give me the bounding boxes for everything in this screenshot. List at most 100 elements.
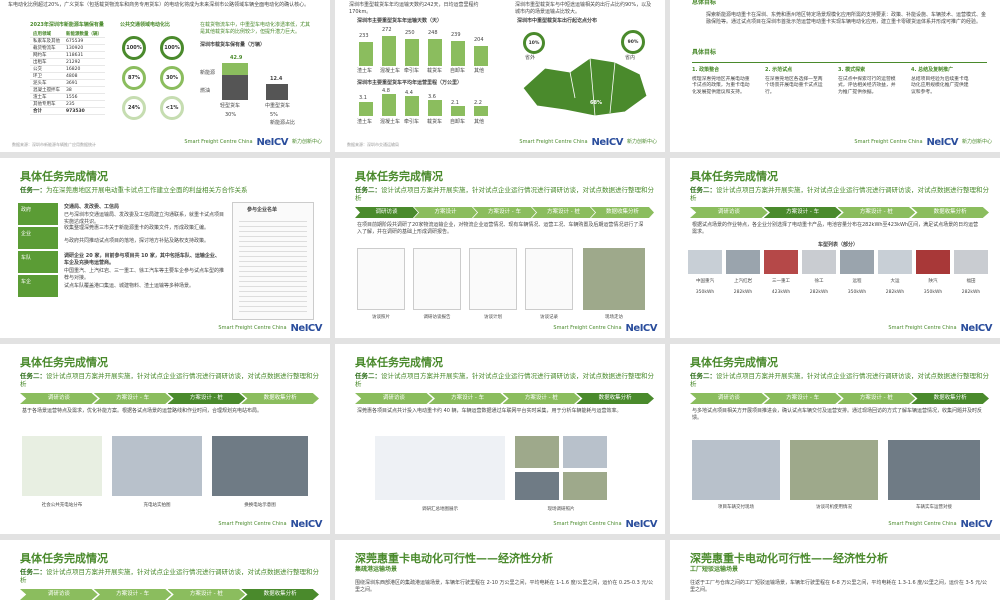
district-pct: 68% [590,100,602,106]
goal-step-text: 在深惠莞地区各选择一至两个场景开展电动重卡试点运行。 [765,76,823,95]
task-line: 任务二：设计试点项目方案并开展实施，针对试点企业运行情况进行调研访谈，对试点数据… [355,186,655,202]
report-doc[interactable] [413,248,461,310]
chart-bar [382,94,396,116]
neicv-logo: NeICV [290,519,323,530]
tab-plan-vehicle[interactable]: 方案设计 - 车 [473,207,536,218]
table-row: 混凝土搅拌车 38 [30,86,105,94]
site-photo [563,436,607,468]
slide-task-two-interviews[interactable]: 具体任务完成情况 任务二：设计试点项目方案并开展实施，针对试点企业运行情况进行调… [335,158,665,338]
tab-plan-charger[interactable]: 方案设计 - 桩 [532,207,595,218]
stakeholder-nav: 政府 企业 车队 车企 [18,203,58,299]
slide-ev-fleet-stats[interactable]: 车电动化比例超过20%，广义货车（包括载货物流车和商务专用货车）的电动化将成为未… [0,0,330,152]
stakeholder-item[interactable]: 政府 [18,203,58,225]
tab-data-analysis[interactable]: 数据收集分析 [591,207,654,218]
tab-interviews[interactable]: 调研访谈 [690,207,768,218]
plan-doc[interactable] [469,248,517,310]
stakeholder-item[interactable]: 企业 [18,227,58,249]
slide-project-goals[interactable]: 总体目标 探索新能源电动重卡在深圳、东莞和惠州地区特定场景规模化应用所需的支持要… [670,0,1000,152]
stakeholder-item[interactable]: 车队 [18,251,58,273]
table-cell: 118631 [63,51,105,59]
tab-plan-charger[interactable]: 方案设计 - 桩 [837,393,916,404]
truck-photo [802,250,836,274]
tab-plan-charger[interactable]: 方案设计 - 桩 [167,589,246,600]
chart-category: 混凝土车 [380,68,401,74]
tab-plan-vehicle[interactable]: 方案设计 - 车 [93,589,172,600]
tab-plan-vehicle[interactable]: 方案设计 - 车 [428,393,507,404]
goal-step-title: 3. 模式探索 [838,67,866,73]
slide-task-two-analysis[interactable]: 具体任务完成情况 任务二：设计试点项目方案并开展实施，针对试点企业运行情况进行调… [0,540,330,600]
overall-goal-text: 探索新能源电动重卡在深圳、东莞和惠州地区特定场景规模化应用所需的支持要素：政策、… [706,12,987,25]
table-cell: 1556 [63,93,105,101]
tab-interviews[interactable]: 调研访谈 [20,393,98,404]
chart-value: 239 [451,32,461,38]
table-header: 新能源数量（辆） [63,31,105,38]
neicv-logo-sub: 新力创新中心 [961,139,992,145]
partner-list-document[interactable]: 参与企业名单 [232,202,314,320]
bar-segment-gray [222,75,248,100]
slide-economics-port[interactable]: 深莞惠重卡电动化可行性——经济性分析 集疏港运输场景 围绕深圳东西部港区的集疏港… [335,540,665,600]
vehicle-brand: 远程 [852,279,862,284]
tab-interviews[interactable]: 调研访谈 [355,393,433,404]
tab-interviews[interactable]: 调研访谈 [20,589,98,600]
tab-plan-charger[interactable]: 方案设计 - 桩 [837,207,916,218]
task-tabbar: 调研访谈 方案设计 - 车 方案设计 - 桩 数据收集分析 [690,393,989,404]
vehicle-brand: 上汽红岩 [734,279,752,284]
truck-photo [764,250,798,274]
tab-plan-charger[interactable]: 方案设计 - 桩 [167,393,246,404]
task-text: 设计试点项目方案并开展实施，针对试点企业运行情况进行调研访谈，对试点数据进行整理… [20,372,319,388]
tab-interviews[interactable]: 调研访谈 [690,393,768,404]
task-label: 任务二： [690,372,716,380]
tab-plan-vehicle[interactable]: 方案设计 - 车 [93,393,172,404]
slide-task-two-charging[interactable]: 具体任务完成情况 任务二：设计试点项目方案并开展实施，针对试点企业运行情况进行调… [0,344,330,534]
tab-data-analysis[interactable]: 数据收集分析 [911,393,989,404]
task-label: 任务二： [355,372,381,380]
image-caption: 充电站实拍图 [143,503,171,508]
site-photo [515,472,559,500]
vehicle-spec: 282kWh [809,290,829,295]
tab-plan[interactable]: 方案设计 [414,207,477,218]
smart-freight-logo: Smart Freight Centre China [854,139,923,145]
slide-task-two-data[interactable]: 具体任务完成情况 任务二：设计试点项目方案并开展实施，针对试点企业运行情况进行调… [335,344,665,534]
slide-truck-operation-stats[interactable]: 深圳市重型载货车年均运输天数约242天，日均运营里程约170km。 深圳市主要重… [335,0,665,152]
bullet: 中国重汽、上汽红岩、三一重工、徐工汽车等主要车企参与试点车型的推荐与对接。 [64,268,225,281]
section-title-overall: 总体目标 [692,0,717,6]
slide-task-one[interactable]: 具体任务完成情况 任务一：为在深莞惠地区开展电动重卡试点工作建立全面的利益相关方… [0,158,330,338]
tab-data-analysis[interactable]: 数据收集分析 [241,393,319,404]
task-label: 任务二： [690,186,716,194]
record-doc[interactable] [525,248,573,310]
tab-data-analysis[interactable]: 数据收集分析 [241,589,319,600]
tab-plan-charger[interactable]: 方案设计 - 桩 [502,393,581,404]
image-caption: 调研汇总地图展示 [422,507,458,512]
slide-economics-factory[interactable]: 深莞惠重卡电动化可行性——经济性分析 工厂短驳运输场景 往返于工厂与仓库之间的工… [670,540,1000,600]
slide-task-two-vehicles[interactable]: 具体任务完成情况 任务二：设计试点项目方案并开展实施，针对试点企业运行情况进行调… [670,158,1000,338]
donut-value: 24% [128,105,140,111]
vehicle-spec: 282kWh [733,290,753,295]
donut-title: 公共交通领域电动化比 [120,22,171,28]
chart-bar [405,96,419,116]
tab-data-analysis[interactable]: 数据收集分析 [911,207,989,218]
donut: 87% [122,66,146,90]
slide-title: 具体任务完成情况 [690,170,778,183]
slide-title: 具体任务完成情况 [20,552,108,565]
slide-task-two-delivery[interactable]: 具体任务完成情况 任务二：设计试点项目方案并开展实施，针对试点企业运行情况进行调… [670,344,1000,534]
site-photo [515,436,559,468]
table-cell: 混凝土搅拌车 [30,86,63,94]
tab-plan-vehicle[interactable]: 方案设计 - 车 [763,207,842,218]
neicv-logo: NeICV [591,137,624,148]
tab-interviews[interactable]: 调研访谈 [355,207,418,218]
task-label: 任务二： [20,568,46,576]
goal-step-title: 4. 总结及复制推广 [911,67,954,73]
bullet: 与政府共同推动试点项目的落地，探讨地方补贴及路权支持政策。 [64,238,210,244]
neicv-logo-sub: 新力创新中心 [626,139,657,145]
interview-photo-doc[interactable] [357,248,405,310]
tab-data-analysis[interactable]: 数据收集分析 [576,393,654,404]
image-caption: 车辆实车运营对接 [916,505,952,510]
task-line: 任务二：设计试点项目方案并开展实施，针对试点企业运行情况进行调研访谈，对试点数据… [20,372,320,388]
table-cell: 私家车及其他 [30,37,63,45]
map-badge: 90% [621,30,645,54]
image-caption: 现场走访 [605,315,623,320]
table-row: 其他专用车 235 [30,100,105,108]
stakeholder-item[interactable]: 车企 [18,275,58,297]
intro-text: 车电动化比例超过20%，广义货车（包括载货物流车和商务专用货车）的电动化将成为未… [8,2,310,8]
tab-plan-vehicle[interactable]: 方案设计 - 车 [763,393,842,404]
